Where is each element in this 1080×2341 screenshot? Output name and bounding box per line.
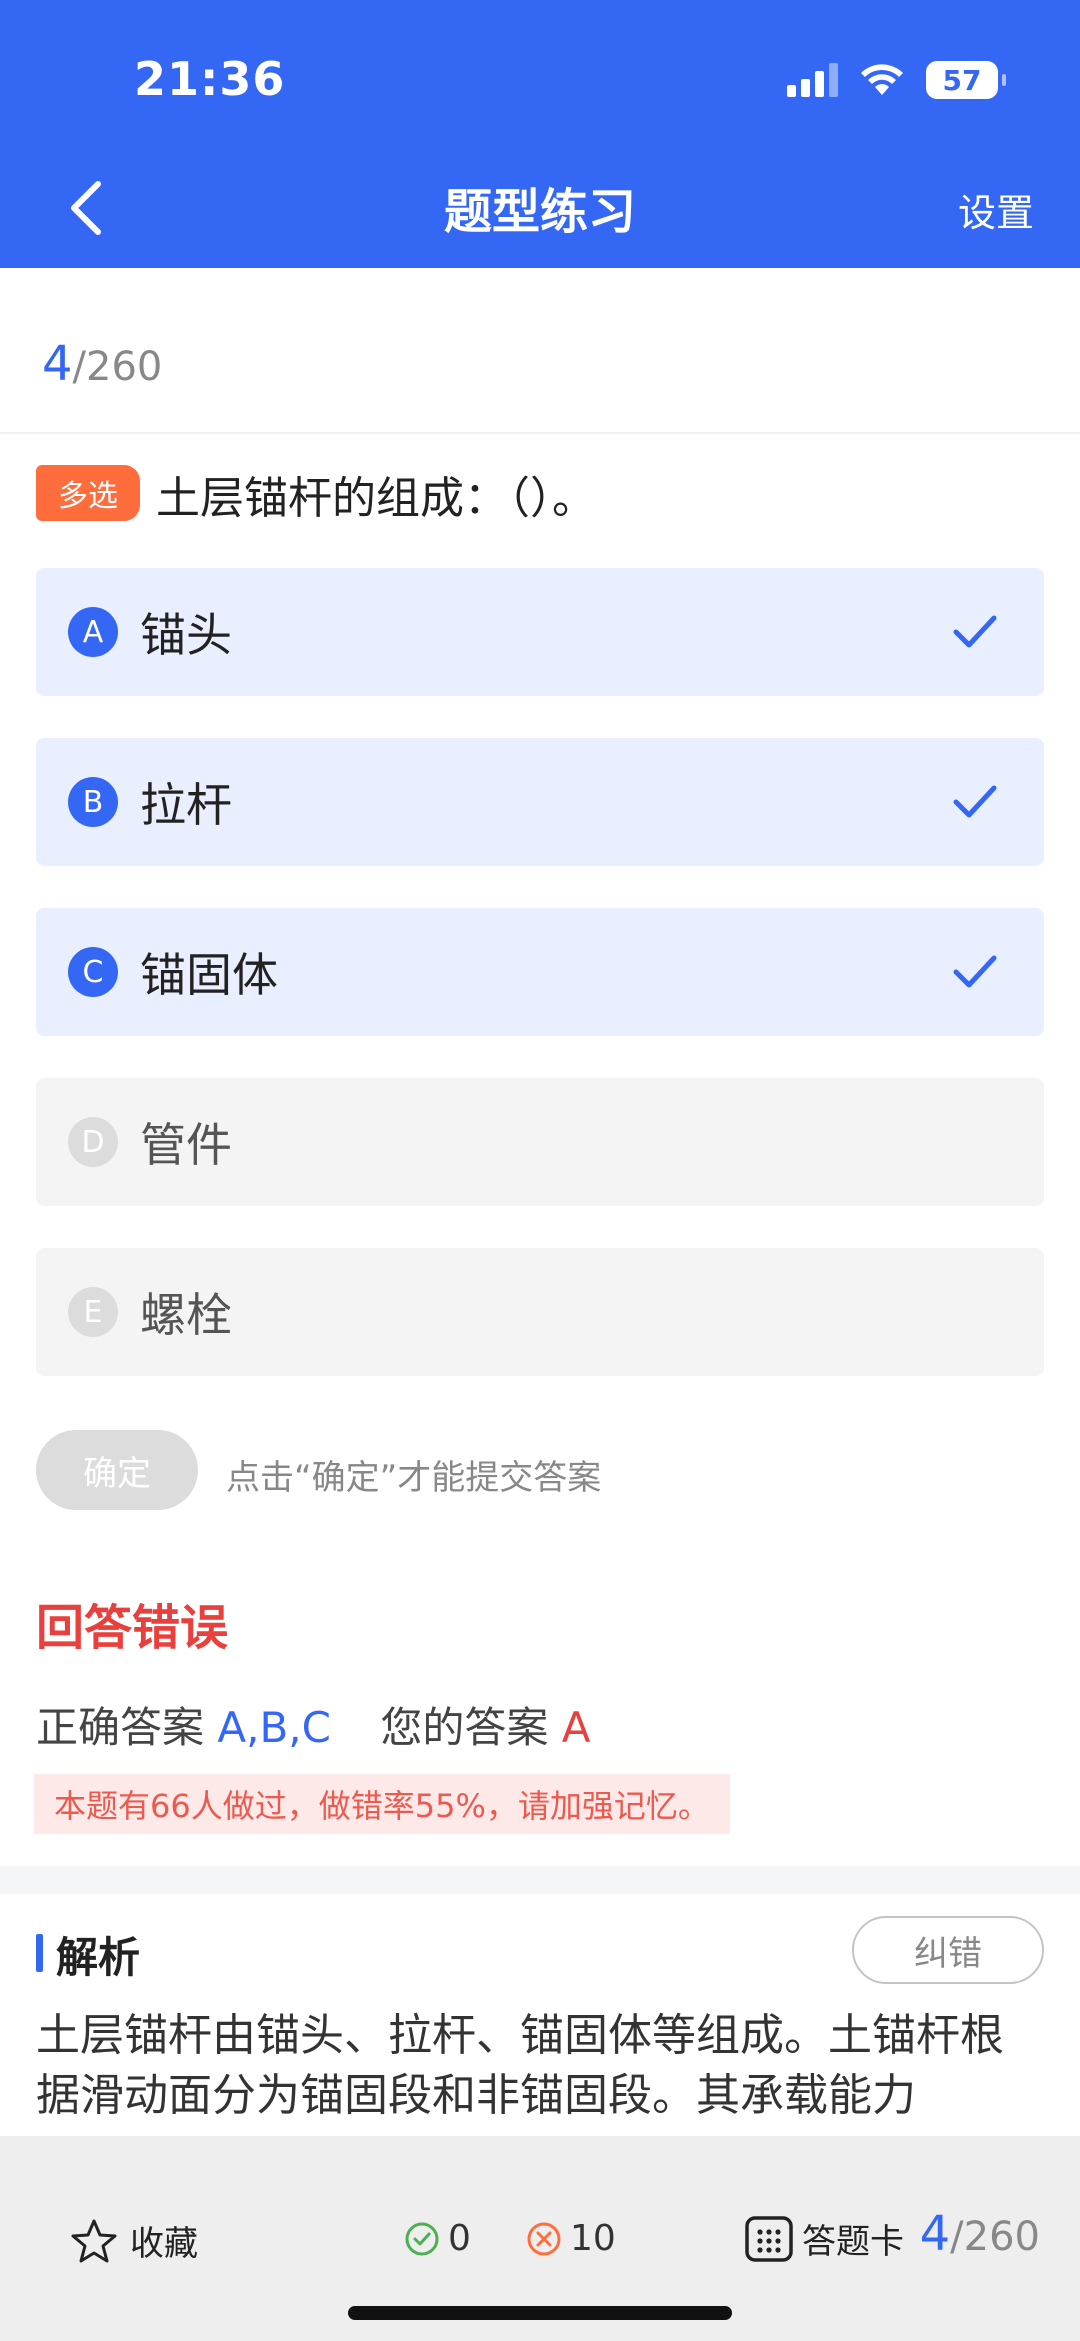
header: 21:36 57 题型练习 设置 — [0, 0, 1080, 268]
option-text: 锚固体 — [140, 948, 278, 1002]
report-error-button[interactable]: 纠错 — [852, 1916, 1044, 1984]
correct-count: 0 — [404, 2218, 471, 2259]
bottom-progress-total: /260 — [950, 2214, 1040, 2260]
divider — [0, 432, 1080, 434]
bottom-progress-current: 4 — [919, 2206, 951, 2262]
check-icon — [953, 955, 997, 988]
option-text: 管件 — [140, 1118, 232, 1172]
wifi-icon — [861, 64, 903, 95]
correct-answer-label: 正确答案 — [36, 1703, 205, 1752]
option-text: 拉杆 — [140, 778, 232, 832]
check-circle-icon — [405, 2222, 439, 2255]
option-b[interactable]: B 拉杆 — [36, 738, 1044, 866]
option-d[interactable]: D 管件 — [36, 1078, 1044, 1206]
section-accent-bar — [36, 1934, 43, 1972]
confirm-button[interactable]: 确定 — [36, 1430, 198, 1510]
answer-card-label: 答题卡 — [802, 2222, 904, 2262]
your-answer-label: 您的答案 — [380, 1703, 549, 1752]
status-time: 21:36 — [134, 52, 286, 106]
option-c[interactable]: C 锚固体 — [36, 908, 1044, 1036]
option-letter: D — [68, 1117, 118, 1167]
grid-icon — [745, 2215, 793, 2262]
battery-icon: 57 — [926, 61, 1006, 99]
x-circle-icon — [527, 2222, 561, 2255]
cellular-signal-icon — [787, 63, 838, 97]
option-e[interactable]: E 螺栓 — [36, 1248, 1044, 1376]
wrong-count: 10 — [526, 2218, 616, 2259]
your-answer: A — [561, 1703, 591, 1752]
question-type-badge: 多选 — [36, 465, 140, 521]
status-icons: 57 — [787, 58, 1006, 102]
error-rate-warning: 本题有66人做过，做错率55%，请加强记忆。 — [34, 1774, 730, 1834]
favorite-button[interactable]: 收藏 — [70, 2216, 198, 2265]
page-title: 题型练习 — [443, 184, 636, 240]
progress-current: 4 — [42, 336, 73, 392]
option-text: 锚头 — [140, 608, 232, 662]
question-progress: 4/260 — [42, 336, 162, 392]
section-divider — [0, 1866, 1080, 1894]
answer-line: 正确答案 A,B,C 您的答案 A — [36, 1694, 590, 1755]
wrong-count-value: 10 — [570, 2218, 616, 2259]
analysis-text: 土层锚杆由锚头、拉杆、锚固体等组成。土锚杆根据滑动面分为锚固段和非锚固段。其承载… — [36, 2010, 1004, 2121]
answer-card-button[interactable]: 答题卡 — [744, 2214, 904, 2263]
question-text: 土层锚杆的组成：（）。 — [156, 473, 596, 524]
correct-count-value: 0 — [448, 2218, 471, 2259]
result-title: 回答错误 — [36, 1600, 229, 1656]
option-text: 螺栓 — [140, 1288, 232, 1342]
favorite-label: 收藏 — [130, 2224, 198, 2264]
analysis-title: 解析 — [56, 1933, 141, 1982]
option-letter: B — [68, 777, 118, 827]
settings-button[interactable]: 设置 — [958, 182, 1034, 237]
option-letter: C — [68, 947, 118, 997]
progress-total: /260 — [72, 344, 163, 390]
check-icon — [953, 615, 997, 648]
check-icon — [953, 785, 997, 818]
home-indicator — [348, 2306, 732, 2320]
bottom-progress: 4/260 — [920, 2206, 1040, 2262]
correct-answer: A,B,C — [217, 1703, 331, 1752]
option-a[interactable]: A 锚头 — [36, 568, 1044, 696]
option-letter: E — [68, 1287, 118, 1337]
option-letter: A — [68, 607, 118, 657]
star-icon — [71, 2219, 117, 2262]
confirm-hint: 点击“确定”才能提交答案 — [226, 1458, 602, 1498]
